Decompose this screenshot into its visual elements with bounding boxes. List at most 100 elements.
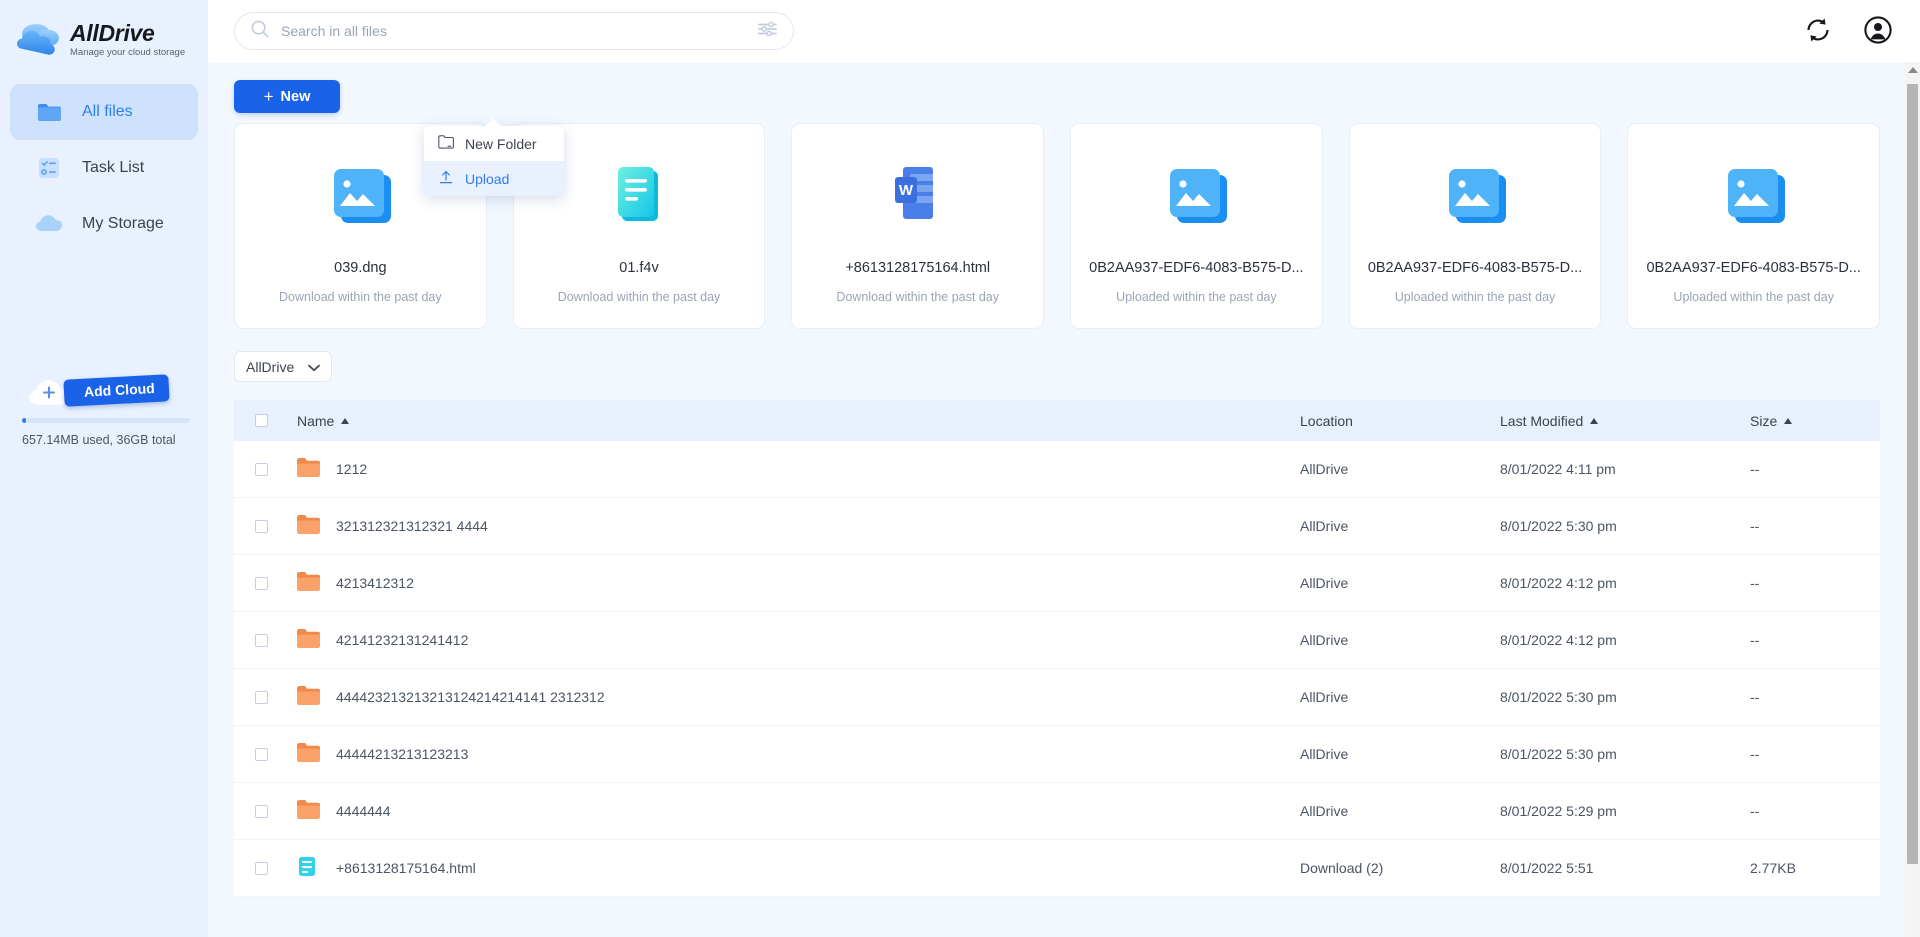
sidebar-nav: All files Task List My Storage: [0, 84, 208, 252]
row-checkbox[interactable]: [255, 690, 268, 704]
row-modified: 8/01/2022 5:51: [1500, 860, 1594, 876]
select-all-checkbox[interactable]: [255, 414, 268, 427]
row-name-cell: 1212: [297, 458, 367, 480]
filter-row: AllDrive: [234, 351, 1880, 382]
table-row[interactable]: +8613128175164.html Download (2) 8/01/20…: [234, 840, 1880, 897]
row-size: --: [1750, 518, 1760, 534]
vertical-scrollbar[interactable]: [1905, 62, 1920, 937]
row-modified: 8/01/2022 4:12 pm: [1500, 575, 1617, 591]
row-name-cell: 4444444: [297, 800, 391, 822]
menu-item-upload[interactable]: Upload: [424, 161, 564, 196]
brand-title: AllDrive: [70, 19, 155, 46]
row-name-text: 44444213213123213: [336, 746, 469, 762]
row-size: --: [1750, 461, 1760, 477]
row-modified: 8/01/2022 5:30 pm: [1500, 689, 1617, 705]
table-row[interactable]: 42141232131241412 AllDrive 8/01/2022 4:1…: [234, 612, 1880, 669]
file-card-status: Download within the past day: [557, 290, 721, 304]
row-name-cell: 444423213213213124214214141 2312312: [297, 686, 605, 708]
row-select-cell: [234, 633, 280, 647]
row-select-cell: [234, 861, 280, 875]
sync-icon[interactable]: [1804, 16, 1834, 46]
drive-filter-select[interactable]: AllDrive: [234, 351, 332, 382]
new-menu-dropdown: New Folder Upload: [424, 126, 564, 196]
row-checkbox[interactable]: [255, 519, 268, 533]
row-name-text: 4213412312: [336, 575, 414, 591]
menu-item-new-folder[interactable]: New Folder: [424, 126, 564, 161]
row-location: AllDrive: [1300, 632, 1349, 648]
row-select-cell: [234, 690, 280, 704]
sidebar-item-all-files[interactable]: All files: [10, 84, 198, 140]
file-card-status: Uploaded within the past day: [1116, 290, 1277, 304]
dropdown-caret-icon: [484, 118, 502, 127]
file-card-name: +8613128175164.html: [845, 260, 991, 276]
storage-usage-text: 657.14MB used, 36GB total: [22, 433, 176, 447]
row-location: AllDrive: [1300, 461, 1349, 477]
add-cloud-label[interactable]: Add Cloud: [63, 374, 170, 407]
row-name-cell: 321312321312321 4444: [297, 515, 488, 537]
sidebar: AllDrive Manage your cloud storage All f…: [0, 0, 208, 937]
chevron-down-icon: [308, 359, 320, 375]
brand-tagline: Manage your cloud storage: [70, 46, 186, 58]
row-location: AllDrive: [1300, 746, 1349, 762]
file-card-name: 01.f4v: [619, 260, 659, 276]
table-row[interactable]: 4213412312 AllDrive 8/01/2022 4:12 pm --: [234, 555, 1880, 612]
row-size: --: [1750, 746, 1760, 762]
row-name-cell: 44444213213123213: [297, 743, 468, 765]
main-area: Search in all files + New 039.dng Downlo…: [208, 0, 1920, 937]
add-cloud-control[interactable]: Add Cloud: [28, 374, 170, 409]
file-card-status: Download within the past day: [279, 290, 442, 304]
search-box[interactable]: Search in all files: [234, 12, 794, 50]
row-checkbox[interactable]: [255, 462, 268, 476]
row-checkbox[interactable]: [255, 576, 268, 590]
brand-logo: AllDrive Manage your cloud storage: [0, 0, 208, 62]
row-name-cell: 42141232131241412: [297, 629, 468, 651]
row-size: --: [1750, 689, 1760, 705]
file-card-name: 0B2AA937-EDF6-4083-B575-D...: [1089, 260, 1304, 276]
text-document-icon: [600, 152, 678, 238]
column-label: Last Modified: [1500, 412, 1584, 429]
table-row[interactable]: 444423213213213124214214141 2312312 AllD…: [234, 669, 1880, 726]
column-header-size[interactable]: Size: [1750, 413, 1880, 429]
filter-icon[interactable]: [758, 21, 777, 41]
column-header-name[interactable]: Name: [280, 413, 1300, 429]
table-row[interactable]: 44444213213123213 AllDrive 8/01/2022 5:3…: [234, 726, 1880, 783]
row-select-cell: [234, 804, 280, 818]
row-location: Download (2): [1300, 860, 1384, 876]
table-row[interactable]: 1212 AllDrive 8/01/2022 4:11 pm --: [234, 441, 1880, 498]
app-root: AllDrive Manage your cloud storage All f…: [0, 0, 1920, 937]
search-input[interactable]: Search in all files: [281, 23, 746, 39]
folder-icon: [36, 99, 62, 125]
file-card[interactable]: 0B2AA937-EDF6-4083-B575-D... Uploaded wi…: [1627, 123, 1881, 329]
file-card-status: Download within the past day: [836, 290, 999, 304]
sort-ascending-icon: [1784, 417, 1793, 424]
scrollbar-thumb[interactable]: [1907, 84, 1918, 864]
folder-icon: [297, 458, 320, 480]
table-row[interactable]: 4444444 AllDrive 8/01/2022 5:29 pm --: [234, 783, 1880, 840]
file-card[interactable]: 0B2AA937-EDF6-4083-B575-D... Uploaded wi…: [1070, 123, 1323, 329]
row-checkbox[interactable]: [255, 861, 268, 875]
sidebar-item-task-list[interactable]: Task List: [10, 140, 198, 196]
sidebar-item-label: All files: [82, 103, 133, 120]
row-location: AllDrive: [1300, 803, 1349, 819]
cloud-logo-icon: [14, 21, 62, 57]
file-card[interactable]: W +8613128175164.html Download within th…: [791, 123, 1045, 329]
account-icon[interactable]: [1864, 16, 1894, 46]
file-card[interactable]: 0B2AA937-EDF6-4083-B575-D... Uploaded wi…: [1348, 123, 1602, 329]
scroll-up-arrow-icon[interactable]: [1907, 67, 1918, 73]
search-icon: [251, 20, 269, 43]
row-modified: 8/01/2022 5:29 pm: [1500, 803, 1617, 819]
file-card-name: 0B2AA937-EDF6-4083-B575-D...: [1367, 260, 1583, 276]
row-checkbox[interactable]: [255, 747, 268, 761]
topbar-actions: [1804, 16, 1894, 46]
row-name-text: 1212: [336, 461, 368, 477]
sort-ascending-icon: [341, 417, 350, 424]
row-checkbox[interactable]: [255, 633, 268, 647]
column-header-location[interactable]: Location: [1300, 413, 1500, 429]
column-header-last-modified[interactable]: Last Modified: [1500, 413, 1750, 429]
sidebar-item-my-storage[interactable]: My Storage: [10, 196, 198, 252]
new-button[interactable]: + New: [234, 80, 340, 113]
column-label: Name: [297, 412, 335, 429]
table-row[interactable]: 321312321312321 4444 AllDrive 8/01/2022 …: [234, 498, 1880, 555]
select-all-cell: [234, 414, 280, 427]
row-checkbox[interactable]: [255, 804, 268, 818]
